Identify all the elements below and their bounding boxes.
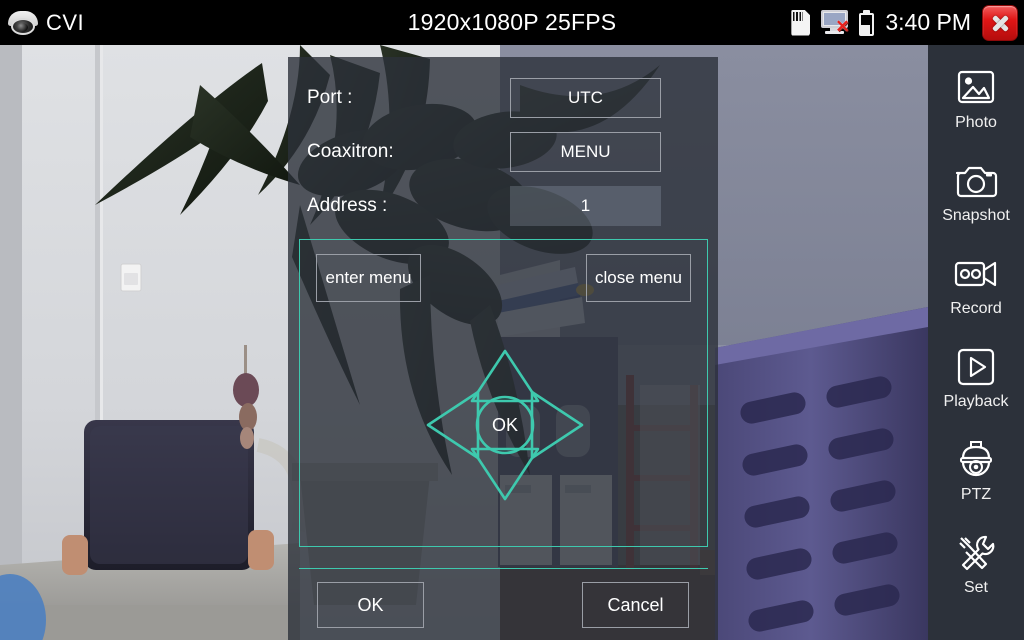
sidebar-item-playback[interactable]: Playback [928,332,1024,425]
tool-sidebar: Photo Snapshot Record Playback PTZ Set [928,45,1024,640]
sidebar-item-ptz[interactable]: PTZ [928,425,1024,518]
dpad-left-arrow [426,390,480,460]
status-bar-right: ✕ 3:40 PM [791,0,1018,45]
menu-control-panel: enter menu close menu OK [299,239,708,547]
row-label-coaxitron: Coaxitron: [307,141,394,162]
photo-icon [953,67,999,109]
dpad-down-arrow [470,447,540,501]
dome-camera-icon [953,439,999,481]
ok-button[interactable]: OK [317,582,424,628]
address-value-field[interactable]: 1 [510,186,661,226]
dialog-row-port: Port : UTC [288,74,718,122]
sidebar-item-label: PTZ [960,486,992,503]
tester-screen: CVI 1920x1080P 25FPS ✕ 3:40 PM Photo Sna… [0,0,1024,640]
battery-icon [859,9,875,36]
sidebar-item-set[interactable]: Set [928,518,1024,611]
close-x-icon [990,13,1010,33]
clock-label: 3:40 PM [885,9,971,35]
sidebar-item-label: Photo [955,114,997,131]
status-bar: CVI 1920x1080P 25FPS ✕ 3:40 PM [0,0,1024,45]
sidebar-item-record[interactable]: Record [928,239,1024,332]
camera-icon [953,160,999,202]
footer-divider [299,568,708,569]
sidebar-item-label: Record [950,300,1002,317]
dpad-ok-circle [475,395,535,455]
row-label-port: Port : [307,87,353,108]
sidebar-item-snapshot[interactable]: Snapshot [928,146,1024,239]
dialog-row-address: Address : 1 [288,182,718,230]
sidebar-item-label: Snapshot [942,207,1010,224]
port-value-field[interactable]: UTC [510,78,661,118]
row-label-address: Address : [307,195,388,216]
tools-icon [953,532,999,574]
coaxitron-value-field[interactable]: MENU [510,132,661,172]
sidebar-item-label: Playback [943,393,1009,410]
cancel-button[interactable]: Cancel [582,582,689,628]
sidebar-item-photo[interactable]: Photo [928,53,1024,146]
dpad-control: OK [422,345,588,505]
monitor-disconnected-icon: ✕ [821,10,850,35]
sidebar-item-label: Set [963,579,988,596]
enter-menu-button[interactable]: enter menu [316,254,421,302]
dpad-up-arrow [470,349,540,403]
play-icon [953,346,999,388]
ptz-coaxitron-dialog: Port : UTC Coaxitron: MENU Address : 1 e… [288,57,718,640]
sd-card-icon [791,9,811,36]
close-button[interactable] [982,4,1018,41]
dialog-row-coaxitron: Coaxitron: MENU [288,128,718,176]
close-menu-button[interactable]: close menu [586,254,691,302]
video-camera-icon [953,253,999,295]
dpad-right-arrow [530,390,584,460]
